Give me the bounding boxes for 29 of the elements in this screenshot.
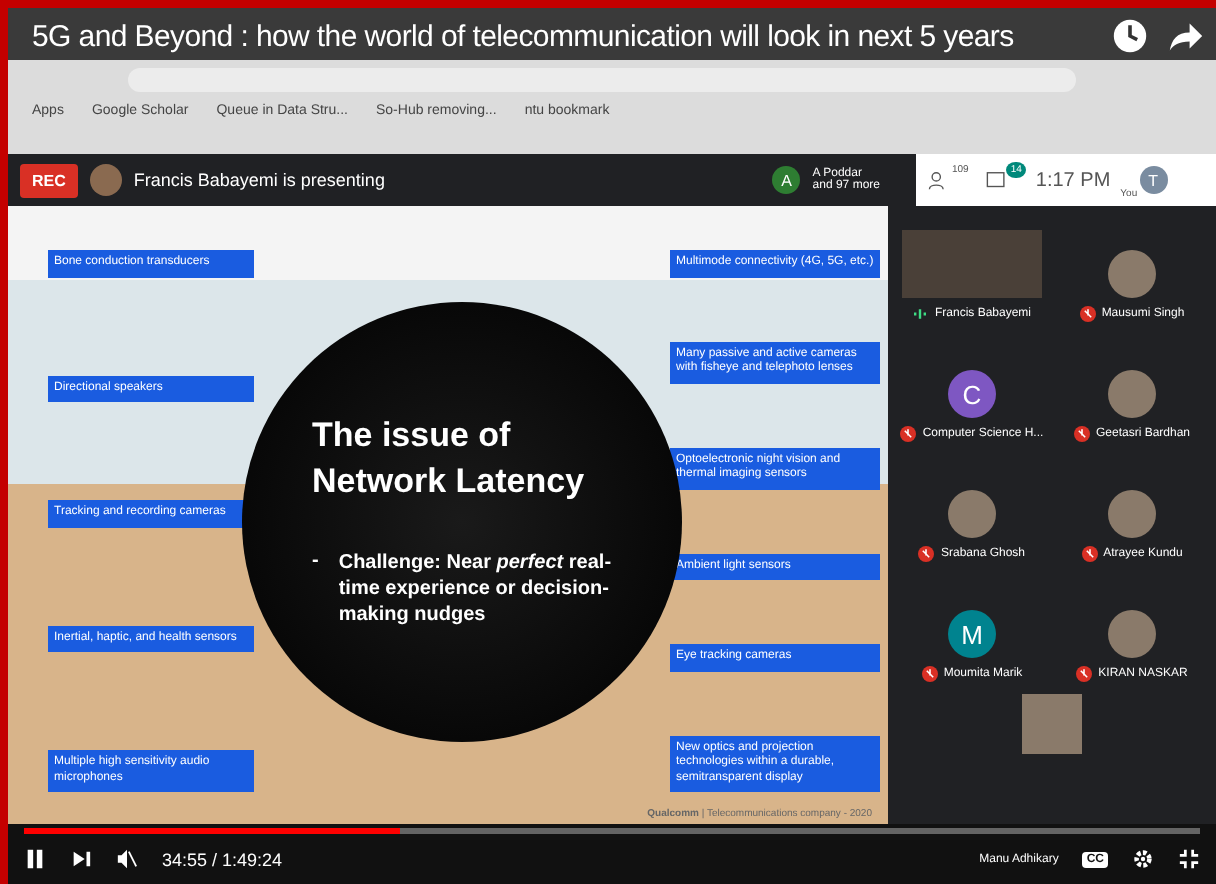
rec-badge: REC	[20, 163, 78, 197]
meeting-time: 1:17 PM	[1035, 169, 1111, 191]
avatar-silhouette	[89, 164, 122, 196]
settings-icon[interactable]	[1132, 848, 1154, 870]
presenter-text: Francis Babayemi is presenting	[133, 170, 385, 190]
slide-title: The issue of	[312, 414, 513, 459]
pause-icon[interactable]	[24, 848, 46, 870]
photo-placeholder	[1108, 610, 1156, 658]
photo-placeholder	[1108, 490, 1156, 538]
letter-avatar: M	[948, 610, 996, 658]
next-icon[interactable]	[70, 848, 92, 870]
photo-placeholder	[1022, 694, 1082, 754]
people-icon[interactable]	[928, 169, 950, 191]
slide-text: Challenge: Near perfect real-time experience or decision-making nudges	[338, 549, 612, 628]
exit-fullscreen-icon[interactable]	[1178, 848, 1200, 870]
video-placeholder	[902, 230, 1042, 298]
share-icon[interactable]	[1168, 18, 1204, 54]
mute-icon[interactable]	[116, 848, 138, 870]
bullet-mark: -	[312, 549, 319, 576]
letter-avatar: C	[948, 370, 996, 418]
clock-icon[interactable]	[1112, 18, 1148, 54]
participant-avatar: A	[772, 166, 801, 194]
slide-title: Network Latency	[312, 460, 587, 504]
photo-placeholder	[1108, 250, 1156, 298]
video-title[interactable]: 5G and Beyond : how the world of telecommunication will look in next 5 years	[32, 19, 1092, 53]
photo-placeholder	[1108, 370, 1156, 418]
photo-placeholder	[948, 490, 996, 538]
playback-time: 34:55 / 1:49:24	[162, 849, 283, 869]
chat-icon[interactable]	[986, 169, 1009, 191]
